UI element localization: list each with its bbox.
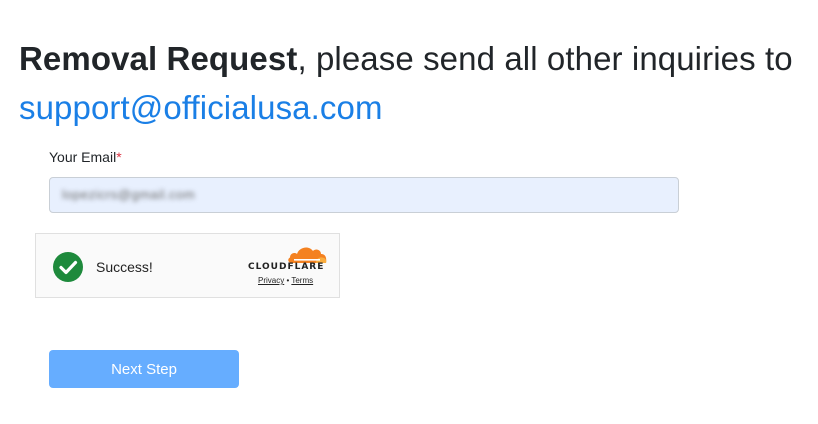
terms-link[interactable]: Terms bbox=[291, 276, 313, 285]
cloudflare-brand: CLOUDFLARE bbox=[248, 262, 325, 272]
success-check-icon bbox=[53, 252, 83, 282]
email-label: Your Email* bbox=[49, 148, 122, 166]
captcha-links: Privacy • Terms bbox=[258, 276, 313, 285]
privacy-link[interactable]: Privacy bbox=[258, 276, 284, 285]
support-email-link[interactable]: support@officialusa.com bbox=[19, 89, 383, 126]
required-marker: * bbox=[116, 149, 122, 165]
link-separator: • bbox=[286, 276, 290, 285]
page-title: Removal Request, please send all other i… bbox=[19, 34, 809, 132]
captcha-status: Success! bbox=[96, 259, 153, 275]
captcha-widget: Success! CLOUDFLARE Privacy • Terms bbox=[35, 233, 340, 298]
page-title-rest: , please send all other inquiries to bbox=[297, 40, 793, 78]
email-label-text: Your Email bbox=[49, 149, 117, 165]
email-field[interactable]: lopezicrs@gmail.com bbox=[49, 177, 679, 213]
email-field-value: lopezicrs@gmail.com bbox=[62, 187, 196, 202]
page-title-bold: Removal Request bbox=[19, 40, 298, 78]
next-step-button[interactable]: Next Step bbox=[49, 350, 239, 388]
